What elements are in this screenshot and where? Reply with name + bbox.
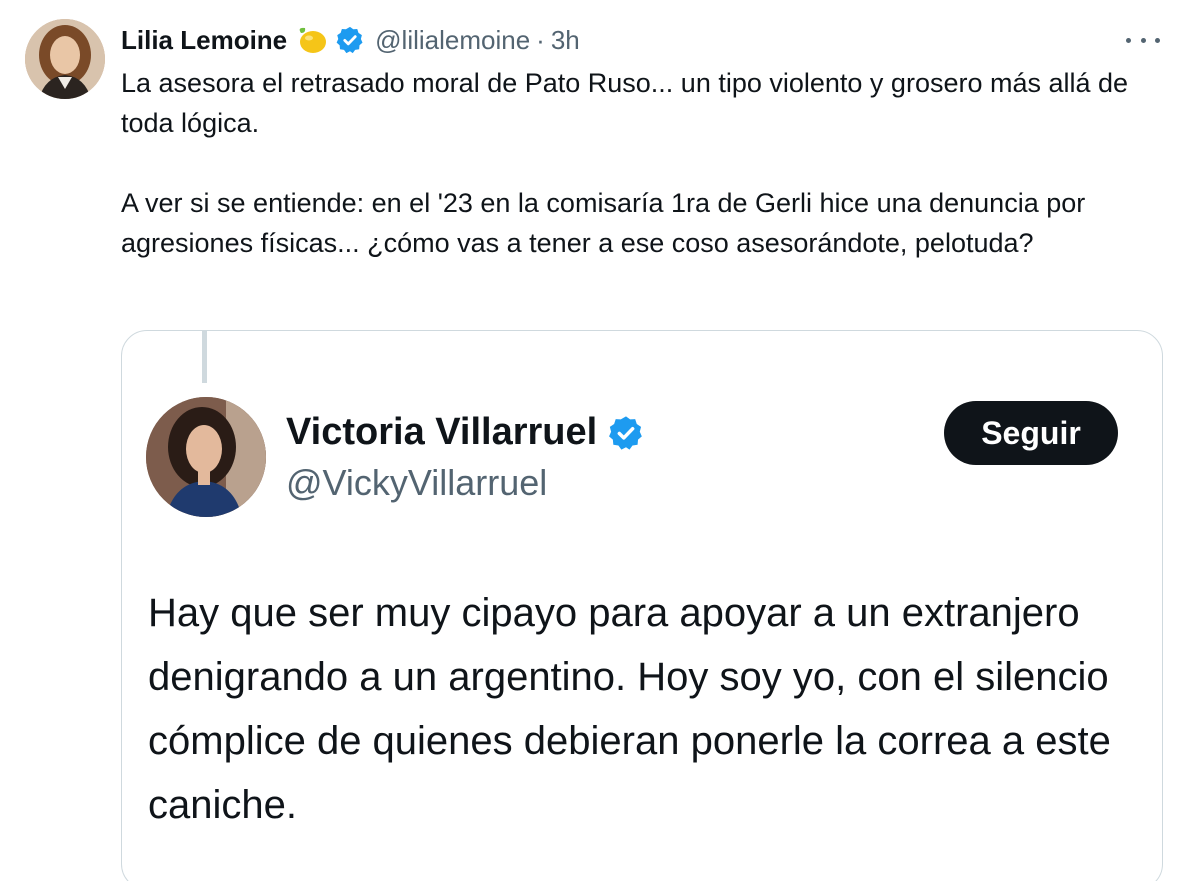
follow-button[interactable]: Seguir bbox=[944, 401, 1118, 465]
quoted-tweet-card[interactable]: Victoria Villarruel @VickyVillarruel Seg… bbox=[121, 330, 1163, 881]
quoted-author-handle[interactable]: @VickyVillarruel bbox=[286, 462, 547, 504]
quoted-author-name[interactable]: Victoria Villarruel bbox=[286, 411, 597, 454]
tweet-paragraph-1: La asesora el retrasado moral de Pato Ru… bbox=[121, 68, 1129, 138]
tweet: Lilia Lemoine @lilialemoine · 3h La ases… bbox=[0, 0, 1200, 881]
tweet-header: Lilia Lemoine @lilialemoine · 3h bbox=[121, 22, 580, 58]
quoted-tweet-text: Hay que ser muy cipayo para apoyar a un … bbox=[148, 591, 1111, 827]
lemon-emoji-icon bbox=[295, 25, 329, 55]
author-name[interactable]: Lilia Lemoine bbox=[121, 25, 287, 56]
quoted-verified-badge-icon bbox=[607, 414, 645, 452]
thread-connector-line bbox=[202, 331, 207, 383]
more-options-icon[interactable] bbox=[1126, 28, 1160, 52]
tweet-timestamp[interactable]: 3h bbox=[551, 25, 580, 56]
quoted-name-row: Victoria Villarruel bbox=[286, 411, 645, 454]
verified-badge-icon bbox=[335, 25, 365, 55]
tweet-text: La asesora el retrasado moral de Pato Ru… bbox=[121, 63, 1171, 263]
quoted-author-avatar[interactable] bbox=[146, 397, 266, 517]
separator-dot: · bbox=[536, 24, 545, 55]
author-handle[interactable]: @lilialemoine bbox=[375, 25, 530, 56]
tweet-paragraph-2: A ver si se entiende: en el '23 en la co… bbox=[121, 188, 1086, 258]
author-avatar[interactable] bbox=[25, 19, 105, 99]
